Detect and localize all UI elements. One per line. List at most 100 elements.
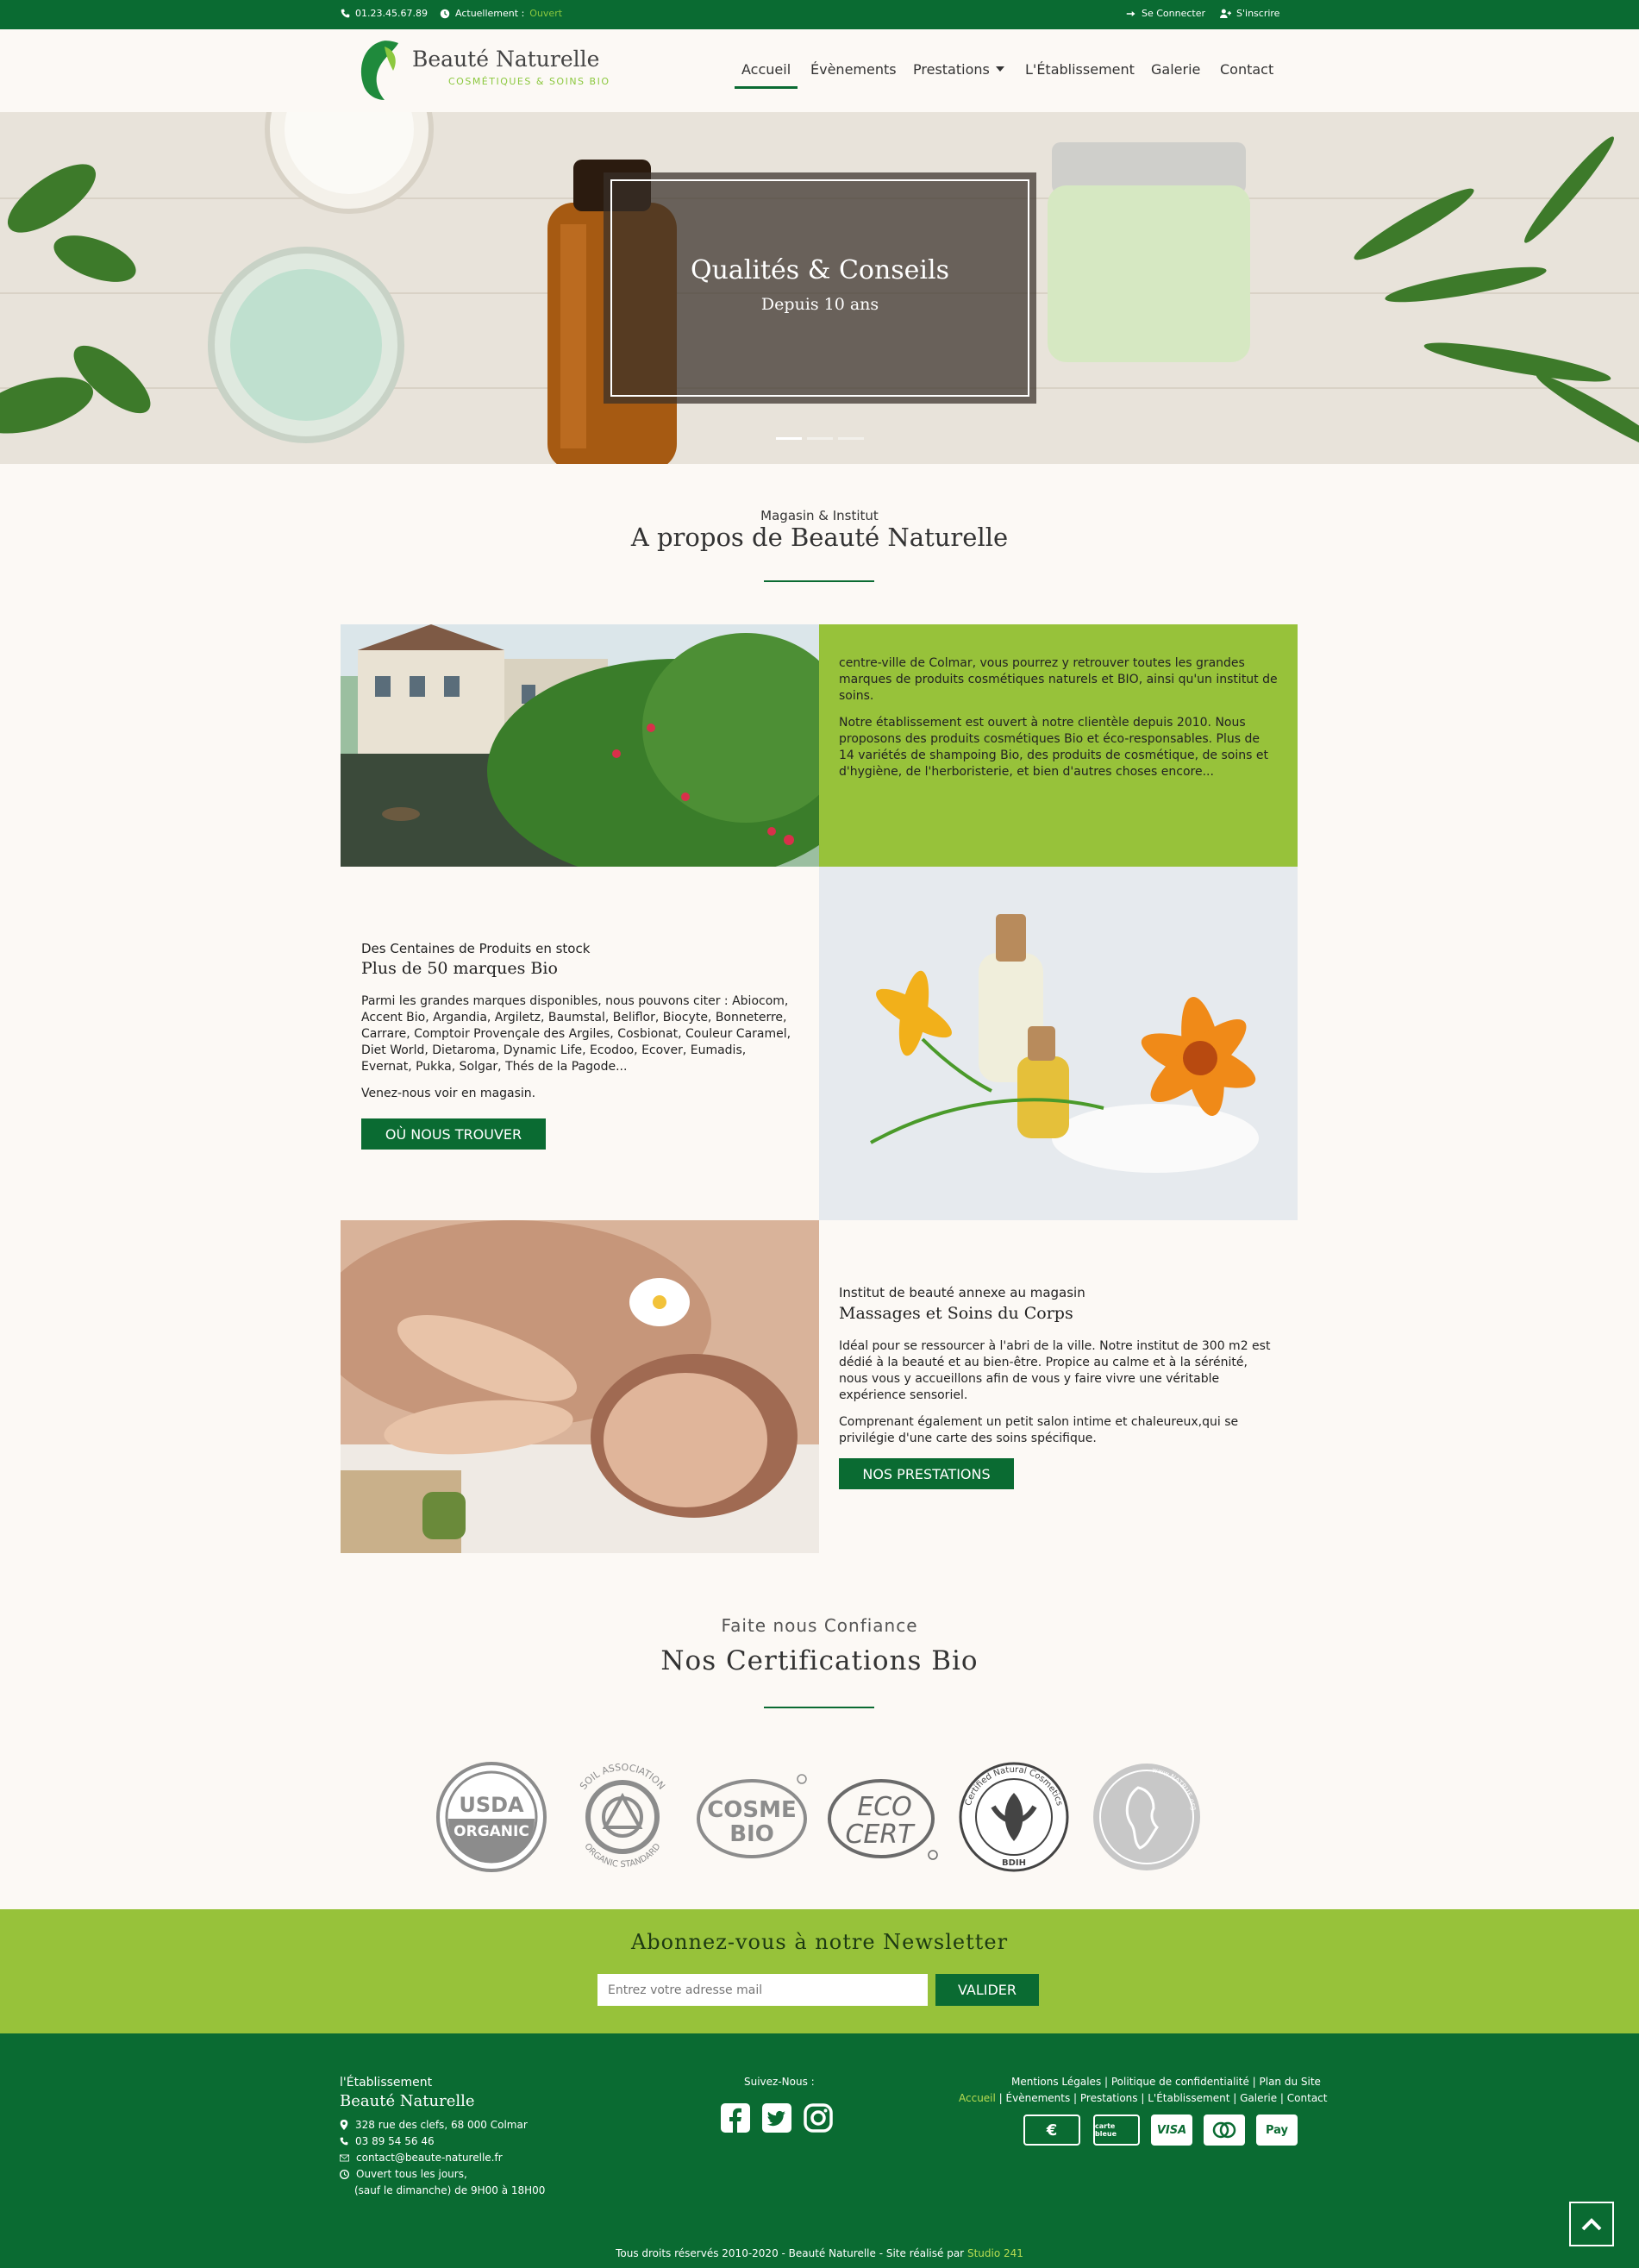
caret-down-icon: [996, 66, 1004, 72]
footer-nav-prestations[interactable]: Prestations: [1080, 2092, 1138, 2104]
ecocert-logo-icon: ECO CERT: [828, 1779, 938, 1860]
newsletter-submit-button[interactable]: VALIDER: [935, 1974, 1039, 2006]
status-label: Actuellement :: [455, 8, 525, 19]
footer-legal-links: Mentions Légales | Politique de confiden…: [1011, 2076, 1321, 2088]
footer-nav-links: Accueil | Évènements | Prestations | L'É…: [959, 2092, 1328, 2104]
massage-p1: Idéal pour se ressourcer à l'abri de la …: [839, 1339, 1271, 1402]
footer-email[interactable]: contact@beaute-naturelle.fr: [340, 2152, 503, 2164]
massage-p2: Comprenant également un petit salon inti…: [839, 1415, 1239, 1445]
newsletter-email-input[interactable]: [597, 1974, 928, 2006]
certifications-separator: [764, 1707, 874, 1708]
hero-caption-frame: [610, 179, 1029, 397]
nav-prestations[interactable]: Prestations: [913, 61, 990, 78]
svg-text:ORGANIC STANDARD: ORGANIC STANDARD: [582, 1842, 662, 1870]
soil-association-top-text: SOIL ASSOCIATION: [578, 1762, 667, 1792]
carousel-indicator-2[interactable]: [807, 437, 833, 440]
apple-pay-icon: Pay: [1256, 2115, 1298, 2146]
nav-etablissement[interactable]: L'Établissement: [1025, 61, 1135, 78]
brands-title: Plus de 50 marques Bio: [361, 959, 558, 978]
find-us-button[interactable]: OÙ NOUS TROUVER: [361, 1118, 546, 1150]
massage-photo: [341, 1220, 819, 1553]
footer-hours-1: Ouvert tous les jours,: [356, 2168, 467, 2180]
nav-evenements[interactable]: Évènements: [810, 61, 897, 78]
footer-nav-contact[interactable]: Contact: [1287, 2092, 1328, 2104]
scroll-to-top-button[interactable]: [1569, 2202, 1614, 2246]
topbar-status: Actuellement : Ouvert: [440, 8, 562, 19]
soil-association-bottom-text: ORGANIC STANDARD: [582, 1842, 662, 1870]
natrue-logo-icon: www.NATRUE.org: [1093, 1764, 1200, 1870]
logo-tagline: COSMÉTIQUES & SOINS BIO: [448, 76, 610, 87]
carte-bleue-icon: carte bleue: [1093, 2115, 1140, 2146]
copyright-text: Tous droits réservés 2010-2020 - Beauté …: [616, 2247, 965, 2259]
nav-galerie[interactable]: Galerie: [1151, 61, 1200, 78]
about-intro-p1: centre-ville de Colmar, vous pourrez y r…: [839, 656, 1278, 703]
footer-nav-accueil[interactable]: Accueil: [959, 2092, 996, 2104]
carte-bleue-text: carte bleue: [1095, 2122, 1117, 2138]
footer-name: Beauté Naturelle: [340, 2092, 475, 2110]
svg-text:SOIL ASSOCIATION: SOIL ASSOCIATION: [578, 1762, 667, 1792]
cash-symbol: €: [1046, 2121, 1058, 2140]
nav-contact[interactable]: Contact: [1220, 61, 1273, 78]
massage-title: Massages et Soins du Corps: [839, 1304, 1073, 1323]
brands-p1: Parmi les grandes marques disponibles, n…: [361, 994, 791, 1074]
nav-accueil[interactable]: Accueil: [741, 61, 791, 78]
carousel-indicator-3[interactable]: [838, 437, 864, 440]
brands-kicker: Des Centaines de Produits en stock: [361, 941, 591, 956]
about-title: A propos de Beauté Naturelle: [630, 523, 1009, 552]
hero-subtitle: Depuis 10 ans: [760, 295, 879, 314]
logo-name[interactable]: Beauté Naturelle: [412, 47, 599, 72]
envelope-icon: [340, 2154, 349, 2161]
footer-follow-label: Suivez-Nous :: [744, 2076, 815, 2088]
twitter-icon[interactable]: [762, 2103, 791, 2133]
status-value: Ouvert: [529, 8, 563, 19]
apple-pay-text: Pay: [1265, 2123, 1289, 2137]
mastercard-circles-icon: [1212, 2121, 1236, 2139]
legal-link-sitemap[interactable]: Plan du Site: [1260, 2076, 1321, 2088]
topbar-phone[interactable]: 01.23.45.67.89: [341, 8, 428, 19]
about-intro-text: centre-ville de Colmar, vous pourrez y r…: [839, 655, 1279, 791]
legal-link-privacy[interactable]: Politique de confidentialité: [1111, 2076, 1249, 2088]
carousel-indicator-1[interactable]: [776, 437, 802, 440]
hero-title: Qualités & Conseils: [690, 255, 950, 285]
brands-p2: Venez-nous voir en magasin.: [361, 1087, 536, 1100]
usda-organic-logo-icon: USDA ORGANIC: [436, 1762, 547, 1872]
footer-nav-galerie[interactable]: Galerie: [1240, 2092, 1277, 2104]
about-kicker: Magasin & Institut: [760, 508, 879, 523]
footer-nav-evenements[interactable]: Évènements: [1006, 2092, 1071, 2104]
login-link[interactable]: Se Connecter: [1126, 8, 1205, 19]
cert-text: CERT: [845, 1820, 916, 1850]
footer-nav-etablissement[interactable]: L'Établissement: [1148, 2092, 1229, 2104]
soil-association-logo-icon: SOIL ASSOCIATION ORGANIC STANDARD: [578, 1762, 667, 1870]
top-bar: 01.23.45.67.89 Actuellement : Ouvert Se …: [0, 0, 1639, 29]
services-button[interactable]: NOS PRESTATIONS: [839, 1458, 1014, 1489]
footer-email-text: contact@beaute-naturelle.fr: [356, 2152, 503, 2164]
cosmebio-logo-icon: COSME BIO: [697, 1774, 807, 1858]
register-link[interactable]: S'inscrire: [1220, 8, 1279, 19]
cash-payment-icon: €: [1023, 2115, 1080, 2146]
map-marker-icon: [340, 2120, 348, 2130]
cosme-text: COSME: [707, 1797, 797, 1823]
topbar-phone-text: 01.23.45.67.89: [355, 8, 428, 19]
studio-link[interactable]: Studio 241: [967, 2247, 1023, 2259]
visa-text: VISA: [1156, 2123, 1187, 2137]
instagram-icon[interactable]: [804, 2103, 833, 2133]
essential-oils-photo: [819, 867, 1298, 1220]
bdih-logo-icon: Certified Natural Cosmetics BDIH: [959, 1762, 1069, 1872]
facebook-icon[interactable]: [721, 2103, 750, 2133]
chevron-up-icon: [1581, 2218, 1602, 2231]
bdih-text: BDIH: [1002, 1858, 1026, 1868]
clock-icon: [340, 2169, 349, 2179]
brands-text: Parmi les grandes marques disponibles, n…: [361, 993, 792, 1112]
footer-phone[interactable]: 03 89 54 56 46: [340, 2135, 435, 2147]
mastercard-icon: [1204, 2115, 1245, 2146]
certifications-title: Nos Certifications Bio: [660, 1645, 979, 1676]
footer-kicker: l'Établissement: [340, 2076, 433, 2089]
about-intro-p2: Notre établissement est ouvert à notre c…: [839, 716, 1268, 779]
newsletter-title: Abonnez-vous à notre Newsletter: [630, 1930, 1009, 1954]
phone-icon: [340, 2137, 348, 2146]
legal-link-mentions[interactable]: Mentions Légales: [1011, 2076, 1101, 2088]
login-text: Se Connecter: [1142, 8, 1206, 19]
leaf-face-logo-icon[interactable]: [355, 38, 402, 102]
certifications-kicker: Faite nous Confiance: [721, 1615, 918, 1636]
footer-phone-text: 03 89 54 56 46: [355, 2135, 435, 2147]
